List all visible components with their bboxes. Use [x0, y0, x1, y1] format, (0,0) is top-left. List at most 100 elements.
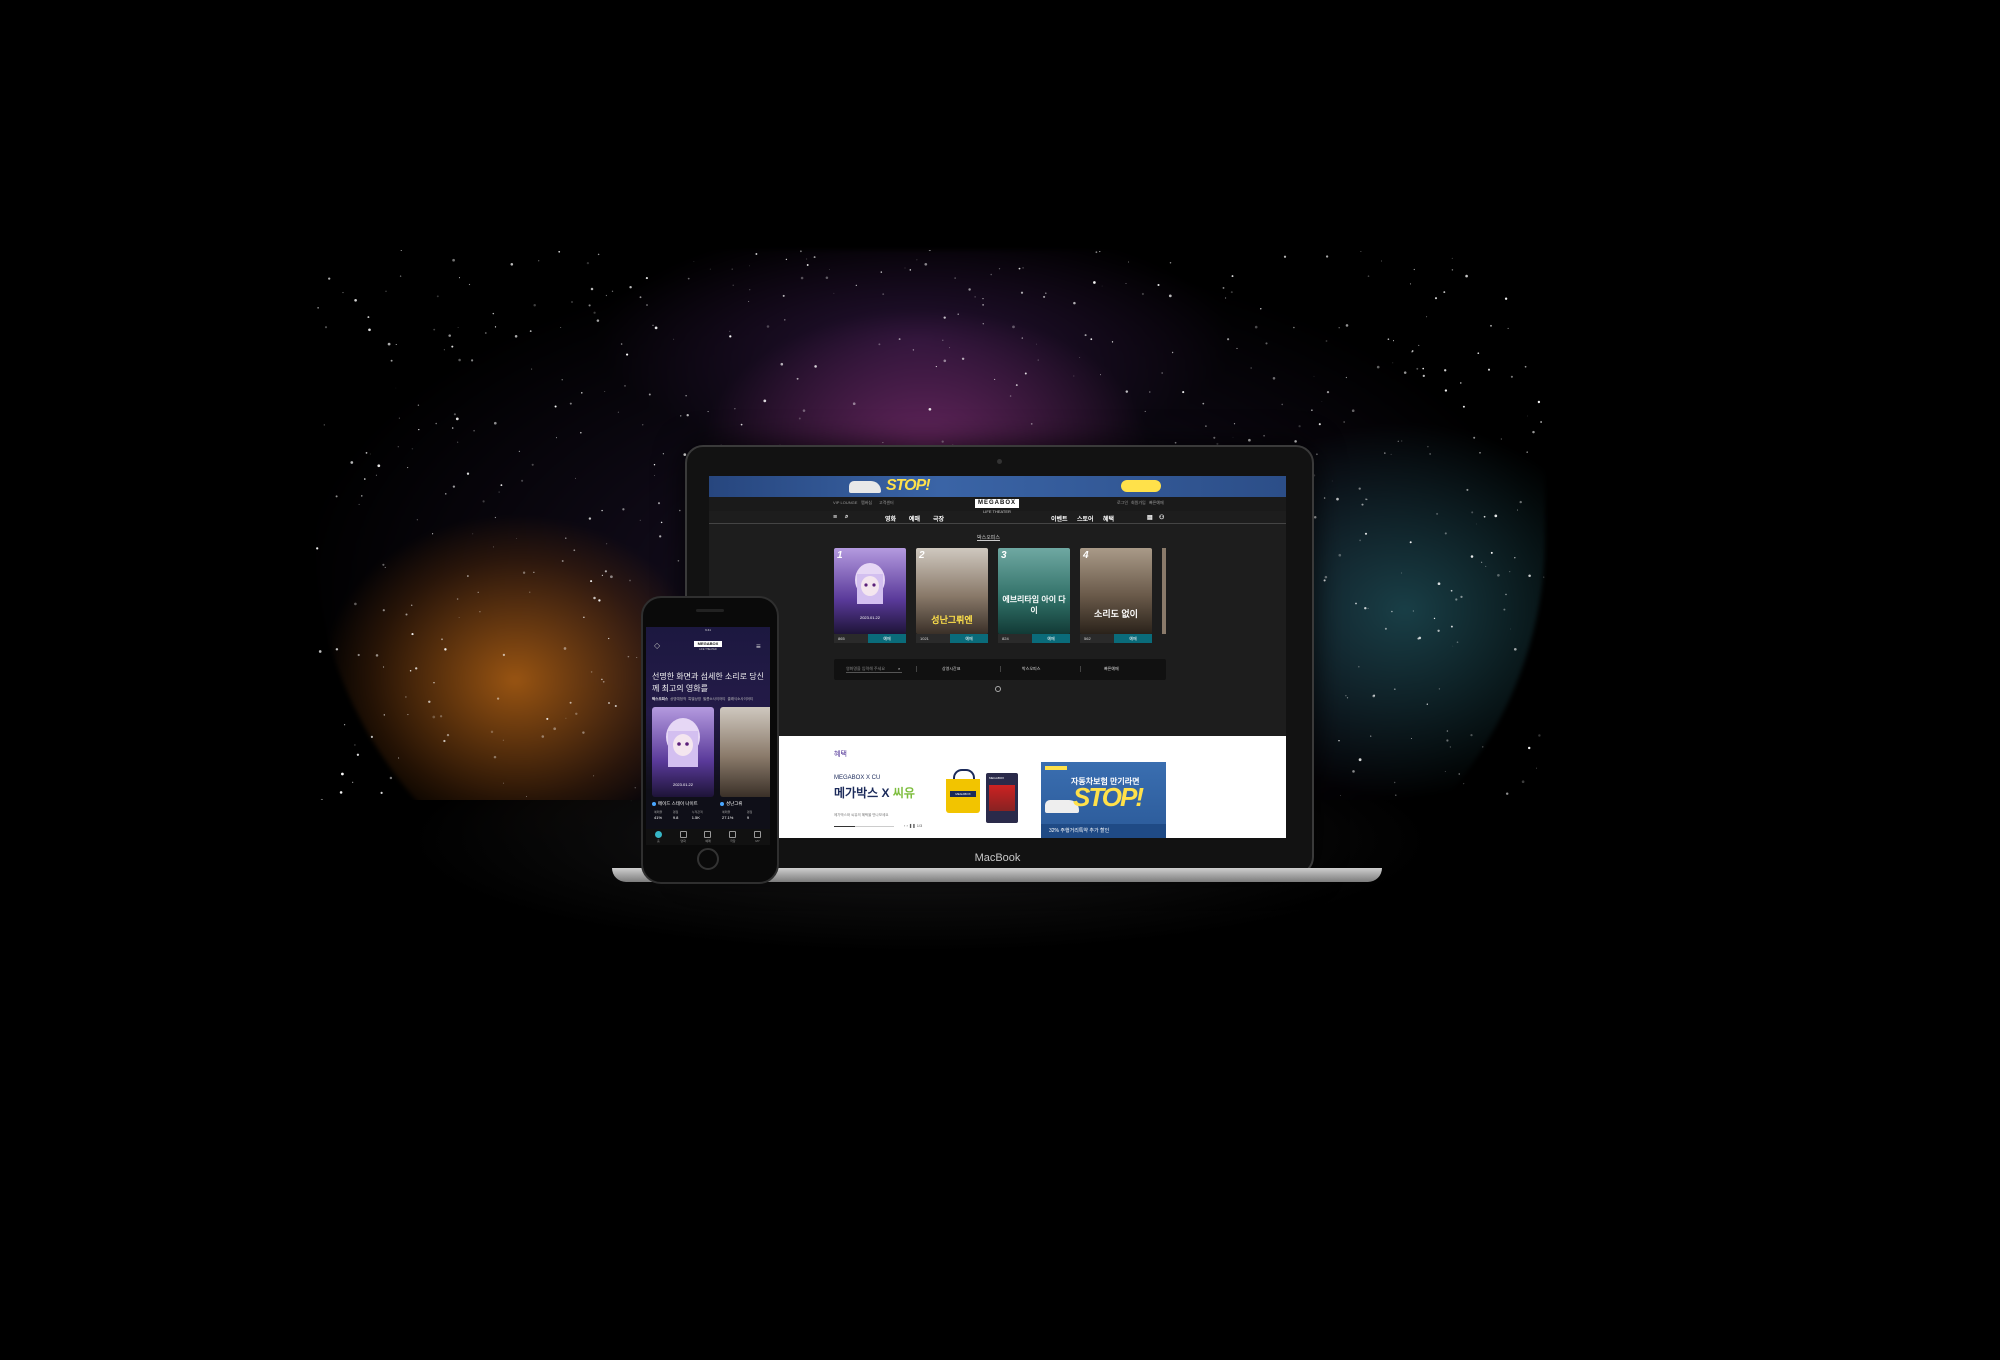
- star: [943, 316, 946, 319]
- hamburger-icon[interactable]: ≡: [833, 514, 837, 521]
- star: [1412, 610, 1414, 612]
- star: [503, 782, 505, 784]
- star: [629, 579, 631, 582]
- tabbar-movie[interactable]: 영화: [679, 831, 687, 843]
- stat-value: 41%: [654, 815, 663, 820]
- star: [935, 366, 937, 368]
- calendar-icon[interactable]: ▤: [1147, 514, 1153, 521]
- tabbar-label: MY: [755, 839, 760, 843]
- nav-benefit[interactable]: 혜택: [1103, 514, 1114, 523]
- gift-card-image: MEGABOX: [986, 773, 1018, 823]
- book-button[interactable]: 예매: [868, 634, 906, 643]
- star: [734, 408, 736, 410]
- movie-poster[interactable]: 3 에브리타임 아이 다이: [998, 548, 1070, 634]
- ad-headline: STOP!: [886, 477, 931, 494]
- quick-item-timetable[interactable]: 상영시간표: [942, 666, 960, 672]
- star: [813, 256, 816, 259]
- star: [553, 727, 557, 731]
- tabbar-my[interactable]: MY: [754, 831, 762, 843]
- nav-theater[interactable]: 극장: [933, 514, 944, 523]
- tab-special[interactable]: 특별상영: [688, 697, 701, 701]
- top-ad-banner[interactable]: STOP!: [709, 476, 1286, 497]
- like-count[interactable]: 865: [834, 634, 868, 643]
- hamburger-icon[interactable]: ≡: [756, 642, 761, 651]
- quick-item-booking[interactable]: 빠른예매: [1104, 666, 1119, 672]
- star: [1528, 574, 1531, 577]
- star: [1073, 301, 1076, 305]
- search-icon[interactable]: ⌕: [845, 514, 848, 521]
- side-ad-banner[interactable]: 자동차보험 만기라면 STOP! 32% 주행거리특약 추가 할인: [1041, 762, 1166, 838]
- star: [916, 259, 918, 261]
- util-link-login[interactable]: 로그인: [1117, 500, 1128, 506]
- book-button[interactable]: 예매: [1032, 634, 1070, 643]
- star: [575, 712, 578, 716]
- nav-booking[interactable]: 예매: [909, 514, 920, 523]
- star: [1444, 389, 1448, 392]
- nav-event[interactable]: 이벤트: [1051, 514, 1068, 523]
- tabbar-theater[interactable]: 극장: [729, 831, 737, 843]
- scroll-indicator-icon[interactable]: [995, 686, 1001, 692]
- movie-search-input[interactable]: 영화명을 입력해 주세요: [846, 666, 902, 673]
- star: [648, 393, 651, 396]
- movie-poster[interactable]: 1 2023.01.22: [834, 548, 906, 634]
- tab-film-society[interactable]: 필름소사이어티: [703, 697, 726, 701]
- phone-logo[interactable]: MEGABOX: [694, 641, 722, 647]
- movie-poster[interactable]: 4 소리도 없이: [1080, 548, 1152, 634]
- star: [1397, 440, 1399, 442]
- star: [1410, 737, 1412, 739]
- site-logo[interactable]: MEGABOX: [975, 499, 1019, 508]
- star: [1022, 266, 1025, 269]
- star: [1409, 283, 1412, 285]
- like-count[interactable]: 824: [998, 634, 1032, 643]
- quick-item-boxoffice[interactable]: 박스오피스: [1022, 666, 1040, 672]
- book-button[interactable]: 예매: [950, 634, 988, 643]
- phone-movie-name[interactable]: 성난그뤼: [720, 801, 743, 807]
- user-icon[interactable]: ⚇: [1159, 514, 1164, 521]
- poster-date: 2023.01.22: [859, 615, 881, 620]
- star: [583, 616, 585, 618]
- book-button[interactable]: 예매: [1114, 634, 1152, 643]
- search-icon[interactable]: ⌕: [898, 666, 900, 671]
- util-link-quick-booking[interactable]: 빠른예매: [1149, 500, 1164, 506]
- tab-boxoffice[interactable]: 박스오피스: [652, 697, 668, 701]
- star: [1384, 627, 1387, 630]
- like-count[interactable]: 562: [1080, 634, 1114, 643]
- tabbar-home[interactable]: 홈: [654, 831, 662, 843]
- star: [898, 338, 901, 341]
- star: [968, 288, 971, 291]
- nav-movie[interactable]: 영화: [885, 514, 896, 523]
- tabbar-booking[interactable]: 예매: [704, 831, 712, 843]
- star: [729, 330, 731, 332]
- star: [1466, 488, 1469, 491]
- phone-movie-poster[interactable]: [720, 707, 770, 797]
- star: [1174, 441, 1177, 444]
- tab-classic-society[interactable]: 클래식소사이어티: [727, 697, 753, 701]
- home-button[interactable]: [697, 848, 719, 870]
- star: [1324, 575, 1328, 579]
- star: [1128, 261, 1129, 263]
- util-link-membership[interactable]: 멤버십: [861, 500, 872, 506]
- star: [1250, 367, 1252, 369]
- carousel-controls[interactable]: ‹ › ❚❚ 1/3: [904, 823, 922, 828]
- star: [1417, 637, 1420, 640]
- phone-movie-name[interactable]: 메이드 스테이 나이트: [652, 801, 698, 807]
- movie-poster[interactable]: 2 성난그뤼엔: [916, 548, 988, 634]
- star: [1460, 595, 1463, 599]
- nav-store[interactable]: 스토어: [1077, 514, 1094, 523]
- star: [457, 327, 459, 329]
- star: [365, 452, 368, 454]
- star: [1144, 410, 1146, 412]
- phone-movie-poster[interactable]: 2023.01.22: [652, 707, 714, 797]
- boxoffice-title[interactable]: 박스오피스: [977, 534, 1000, 541]
- ad-cta-button[interactable]: [1121, 480, 1161, 492]
- star: [766, 325, 770, 328]
- like-count[interactable]: 1021: [916, 634, 950, 643]
- star: [380, 791, 383, 794]
- star: [370, 735, 373, 738]
- tab-upcoming[interactable]: 상영예정작: [670, 697, 686, 701]
- util-link-vip[interactable]: VIP LOUNGE: [833, 500, 857, 505]
- star: [1482, 746, 1484, 748]
- util-link-support[interactable]: 고객센터: [879, 500, 894, 506]
- util-link-signup[interactable]: 회원가입: [1131, 500, 1146, 506]
- diamond-icon[interactable]: ◇: [654, 641, 660, 650]
